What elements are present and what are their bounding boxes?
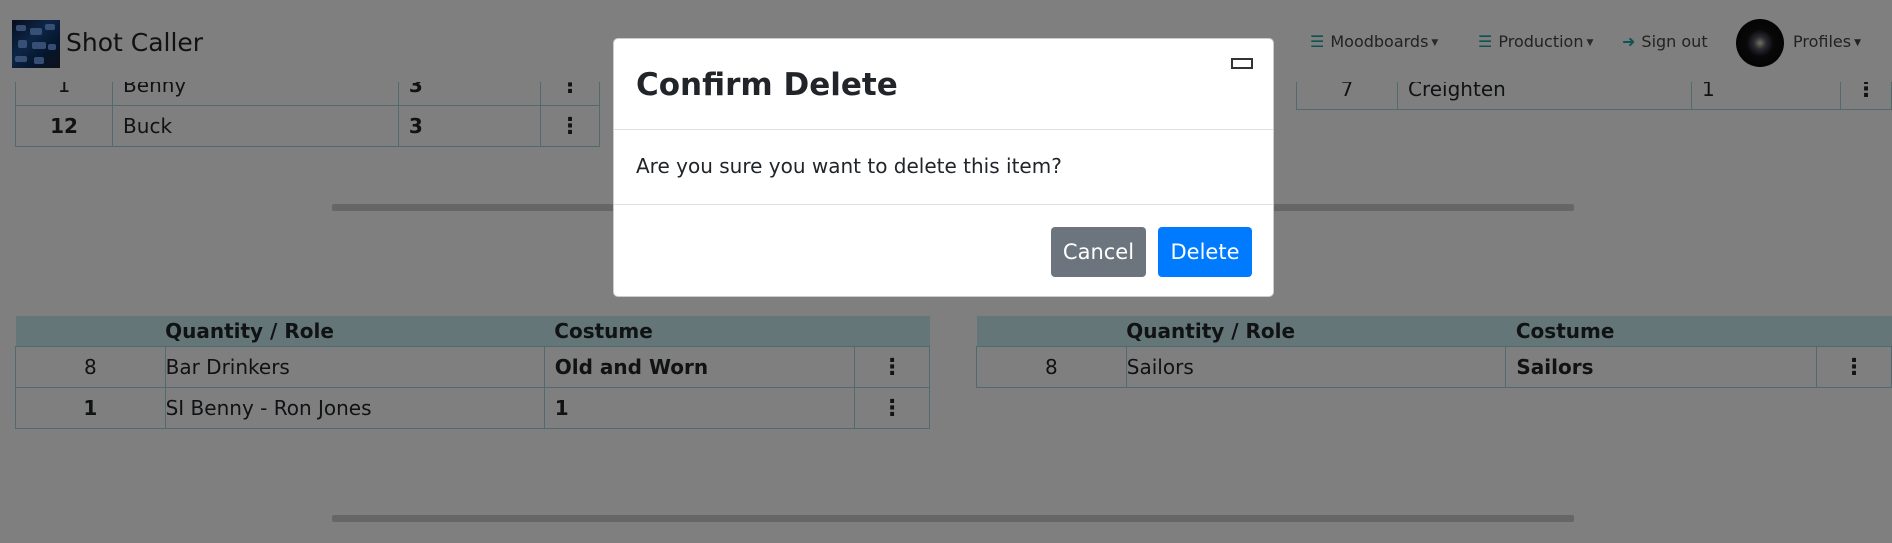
close-icon[interactable] bbox=[1231, 58, 1253, 69]
cancel-button[interactable]: Cancel bbox=[1051, 227, 1146, 277]
modal-footer: Cancel Delete bbox=[614, 204, 1273, 297]
modal-message: Are you sure you want to delete this ite… bbox=[636, 154, 1062, 178]
modal-title: Confirm Delete bbox=[636, 67, 898, 103]
modal-header: Confirm Delete bbox=[614, 39, 1273, 130]
delete-button[interactable]: Delete bbox=[1158, 227, 1252, 277]
confirm-delete-modal: Confirm Delete Are you sure you want to … bbox=[613, 38, 1274, 297]
